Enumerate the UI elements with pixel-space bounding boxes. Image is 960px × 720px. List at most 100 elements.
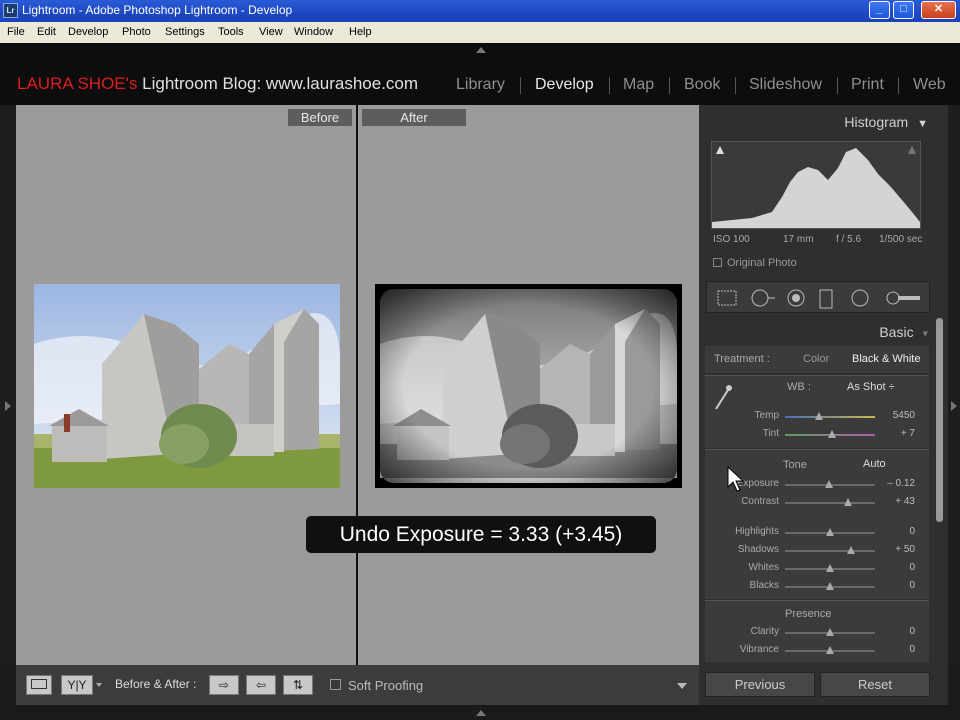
copy-before-to-after-button[interactable]: ⇨: [209, 675, 239, 695]
slider-value[interactable]: 5450: [893, 410, 915, 421]
slider-handle[interactable]: [826, 646, 834, 654]
right-panel: Histogram ▼ ISO 100 17 mm f / 5.6 1/500 …: [699, 105, 948, 705]
slider-track[interactable]: [785, 502, 875, 504]
viewer-divider: [356, 105, 358, 665]
adjustment-brush-icon[interactable]: [885, 289, 921, 307]
wb-preset-select[interactable]: As Shot ÷: [847, 381, 895, 393]
focal-length: 17 mm: [783, 234, 814, 245]
expand-filmstrip-icon[interactable]: [476, 710, 486, 716]
menu-tools[interactable]: Tools: [218, 26, 244, 38]
module-map[interactable]: Map: [623, 76, 654, 94]
close-button[interactable]: ✕: [921, 1, 956, 19]
basic-panel-collapse-icon[interactable]: ▾: [922, 328, 928, 340]
soft-proofing-label: Soft Proofing: [348, 678, 424, 693]
reset-button[interactable]: Reset: [820, 672, 930, 697]
soft-proofing-checkbox[interactable]: [330, 679, 341, 690]
menu-file[interactable]: File: [7, 26, 25, 38]
module-print[interactable]: Print: [851, 76, 884, 94]
slider-track[interactable]: [785, 416, 875, 418]
right-panel-scrollbar[interactable]: [936, 318, 943, 522]
menu-photo[interactable]: Photo: [122, 26, 151, 38]
lightroom-app-icon: Lr: [3, 3, 18, 18]
expand-left-panel-icon[interactable]: [5, 401, 11, 411]
menu-help[interactable]: Help: [349, 26, 372, 38]
slider-handle[interactable]: [826, 564, 834, 572]
slider-value[interactable]: + 7: [901, 428, 915, 439]
module-web[interactable]: Web: [913, 76, 946, 94]
previous-button[interactable]: Previous: [705, 672, 815, 697]
crop-overlay-icon[interactable]: [716, 289, 738, 307]
slider-value[interactable]: + 43: [895, 496, 915, 507]
menu-edit[interactable]: Edit: [37, 26, 56, 38]
module-separator: [520, 77, 521, 94]
module-header: LAURA SHOE's Lightroom Blog: www.laurash…: [0, 43, 960, 105]
slider-handle[interactable]: [826, 528, 834, 536]
collapse-right-panel-icon[interactable]: [951, 401, 957, 411]
view-mode-dropdown-icon[interactable]: [96, 683, 102, 687]
brand-name: LAURA SHOE's: [17, 74, 138, 93]
menu-develop[interactable]: Develop: [68, 26, 108, 38]
slider-value[interactable]: 0: [909, 526, 915, 537]
slider-value[interactable]: 0: [909, 580, 915, 591]
slider-value[interactable]: 0: [909, 562, 915, 573]
menu-window[interactable]: Window: [294, 26, 333, 38]
slider-track[interactable]: [785, 550, 875, 552]
left-panel-edge[interactable]: [0, 105, 16, 665]
slider-value[interactable]: + 50: [895, 544, 915, 555]
swap-before-after-button[interactable]: ⇅: [283, 675, 313, 695]
histogram-title[interactable]: Histogram ▼: [844, 114, 928, 130]
maximize-button[interactable]: □: [893, 1, 914, 19]
module-library[interactable]: Library: [456, 76, 505, 94]
module-separator: [669, 77, 670, 94]
original-photo-toggle[interactable]: Original Photo: [713, 257, 797, 269]
window-titlebar: Lr Lightroom - Adobe Photoshop Lightroom…: [0, 0, 960, 22]
collapse-top-panel-icon[interactable]: [476, 47, 486, 53]
auto-tone-button[interactable]: Auto: [863, 458, 886, 470]
menu-view[interactable]: View: [259, 26, 283, 38]
toolbar-options-chevron-icon[interactable]: [677, 683, 687, 689]
wb-label: WB :: [787, 381, 811, 393]
panel-collapse-icon[interactable]: ▼: [917, 118, 928, 130]
slider-handle[interactable]: [827, 430, 836, 438]
slider-label: Shadows: [737, 544, 779, 555]
module-separator: [735, 77, 736, 94]
shutter-speed: 1/500 sec: [879, 234, 923, 245]
radial-filter-icon[interactable]: [849, 289, 871, 307]
slider-handle[interactable]: [815, 412, 824, 420]
slider-label: Blacks: [749, 580, 779, 591]
module-separator: [898, 77, 899, 94]
slider-value[interactable]: – 0.12: [887, 478, 915, 489]
loupe-icon: [31, 679, 47, 689]
menu-bar: File Edit Develop Photo Settings Tools V…: [0, 22, 960, 43]
slider-handle[interactable]: [846, 546, 855, 554]
menu-settings[interactable]: Settings: [165, 26, 205, 38]
minimize-button[interactable]: _: [869, 1, 890, 19]
tone-label: Tone: [783, 459, 807, 471]
window-title: Lightroom - Adobe Photoshop Lightroom - …: [22, 3, 293, 17]
copy-after-to-before-button[interactable]: ⇦: [246, 675, 276, 695]
slider-handle[interactable]: [826, 628, 834, 636]
module-develop[interactable]: Develop: [535, 76, 594, 94]
treatment-color[interactable]: Color: [803, 353, 829, 365]
treatment-black-white[interactable]: Black & White: [852, 353, 920, 365]
before-after-view-button[interactable]: Y|Y: [61, 675, 93, 695]
before-after-label: Before & After :: [115, 677, 197, 691]
slider-value[interactable]: 0: [909, 644, 915, 655]
slider-handle[interactable]: [826, 582, 834, 590]
slider-handle[interactable]: [844, 498, 852, 506]
module-slideshow[interactable]: Slideshow: [749, 76, 822, 94]
spot-removal-icon[interactable]: [750, 289, 776, 307]
after-photo: [375, 284, 682, 488]
red-eye-icon[interactable]: [785, 289, 807, 307]
module-book[interactable]: Book: [684, 76, 720, 94]
slider-handle[interactable]: [825, 480, 834, 488]
right-panel-edge[interactable]: [948, 105, 960, 665]
before-after-viewer: Before After Undo Exposure = 3.33 (+3.45…: [16, 105, 699, 665]
slider-value[interactable]: 0: [909, 626, 915, 637]
basic-panel-title[interactable]: Basic ▾: [879, 324, 928, 340]
graduated-filter-icon[interactable]: [819, 289, 833, 309]
slider-temp: Temp 5450: [705, 408, 929, 425]
original-photo-checkbox[interactable]: [713, 258, 722, 267]
treatment-row: Treatment : Color Black & White: [705, 346, 929, 373]
loupe-view-button[interactable]: [26, 675, 52, 695]
